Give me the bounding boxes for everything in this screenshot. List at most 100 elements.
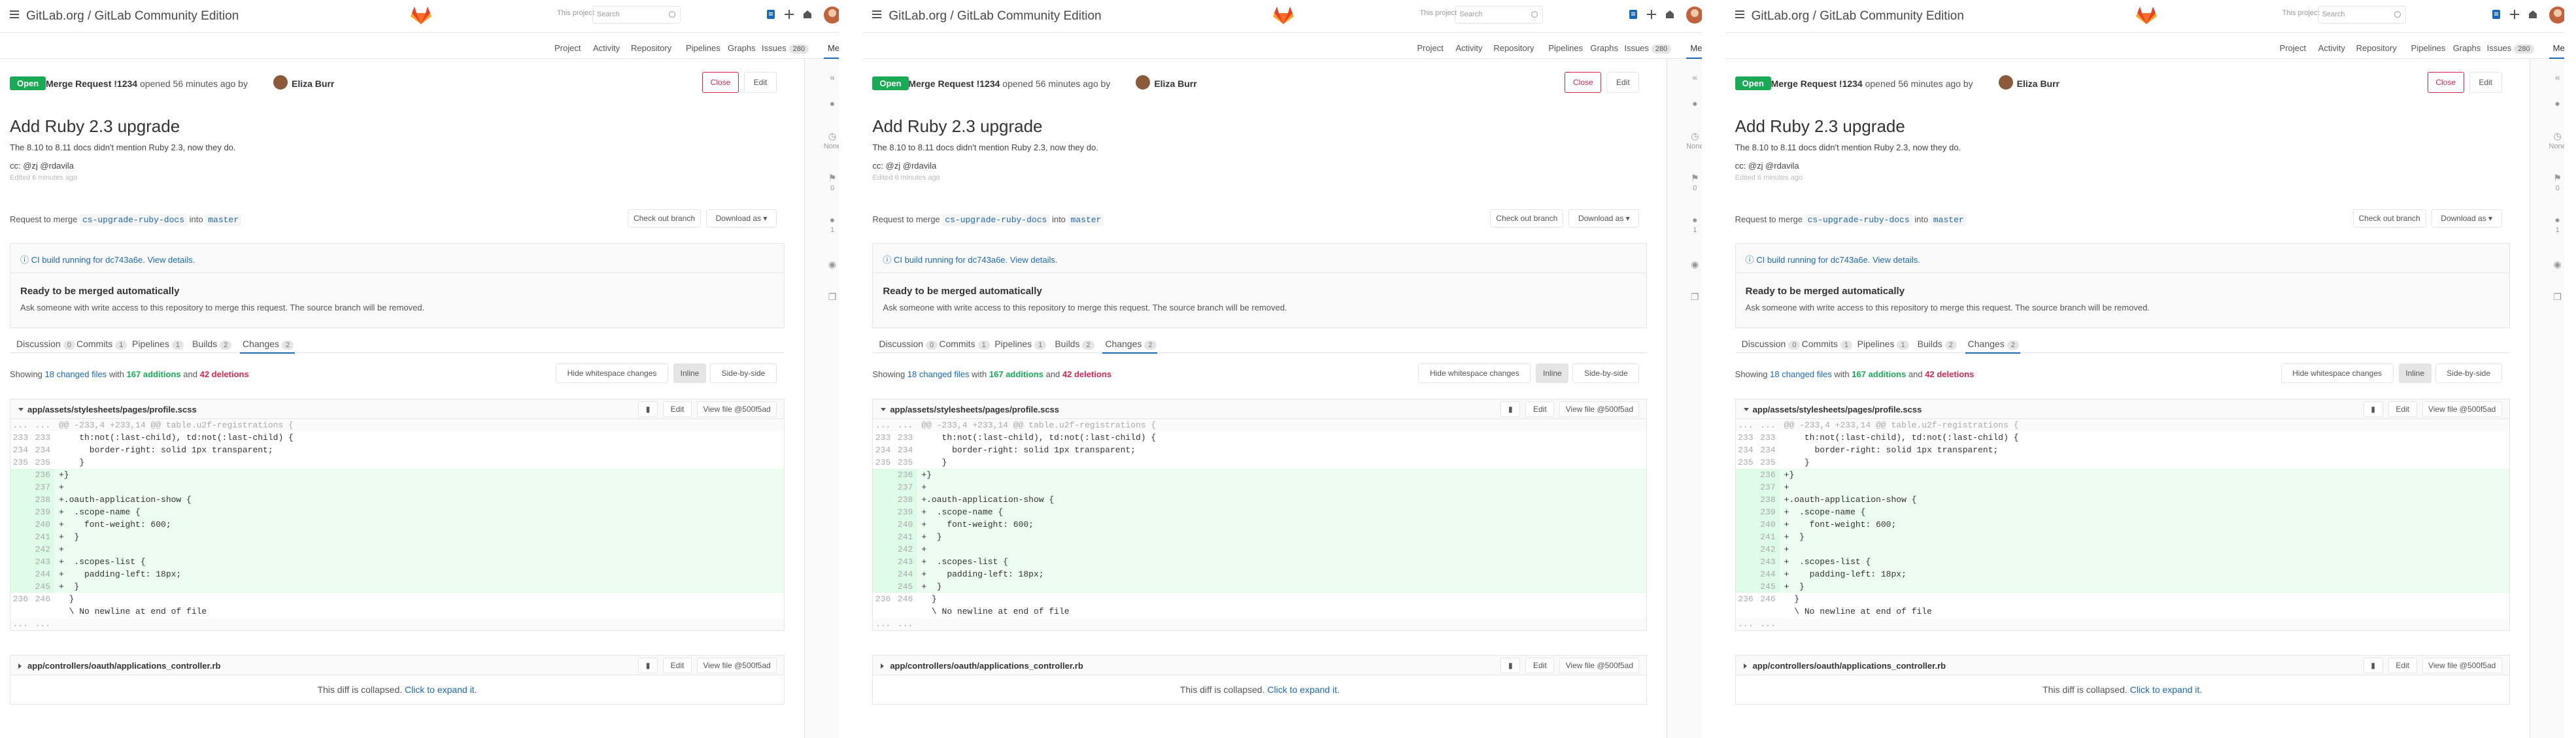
new-line-number[interactable]: 246 xyxy=(1758,593,1780,605)
shortcuts-icon[interactable] xyxy=(802,8,813,20)
nav-item[interactable]: Project xyxy=(2280,43,2306,53)
view-file-button[interactable]: View file @500f5ad xyxy=(1559,401,1640,417)
participants-icon[interactable]: ● xyxy=(2549,214,2564,225)
download-as-button[interactable]: Download as ▾ xyxy=(2431,209,2502,227)
new-line-number[interactable]: 242 xyxy=(1757,543,1780,556)
old-line-number[interactable] xyxy=(1735,568,1757,580)
checkout-branch-button[interactable]: Check out branch xyxy=(1490,209,1564,227)
file-edit-button[interactable]: Edit xyxy=(2388,401,2417,417)
assignee-icon[interactable]: ● xyxy=(823,98,839,109)
old-line-number[interactable] xyxy=(873,481,895,494)
new-line-number[interactable]: 245 xyxy=(895,580,917,593)
old-line-number[interactable] xyxy=(1735,481,1757,494)
gitlab-logo-icon[interactable] xyxy=(1272,5,1295,25)
diff-line[interactable]: 233 233 th:not(:last-child), td:not(:last… xyxy=(873,431,1646,444)
ci-link[interactable]: CI build running for dc743a6e. xyxy=(31,255,145,265)
collapse-sidebar-icon[interactable]: « xyxy=(2549,72,2564,82)
nav-item[interactable]: Merge Requests280 xyxy=(2553,43,2564,54)
expand-link[interactable]: Click to expand it. xyxy=(405,684,477,695)
view-file-button[interactable]: View file @500f5ad xyxy=(2422,401,2502,417)
ci-details-link[interactable]: View details. xyxy=(1873,255,1920,265)
new-line-number[interactable]: 233 xyxy=(33,431,54,444)
hamburger-menu-icon[interactable] xyxy=(872,10,882,18)
diff-line[interactable]: 235 235 } xyxy=(10,456,784,469)
nav-item[interactable]: Activity xyxy=(2318,43,2345,53)
search-input[interactable]: Search xyxy=(592,6,681,24)
diff-line[interactable]: ...... xyxy=(1735,618,2509,630)
old-line-number[interactable] xyxy=(873,543,895,556)
edit-button[interactable]: Edit xyxy=(744,72,777,93)
diff-line[interactable]: \ No newline at end of file xyxy=(873,605,1646,618)
diff-file-header[interactable]: app/controllers/oauth/applications_contr… xyxy=(10,656,784,675)
diff-file-path[interactable]: app/controllers/oauth/applications_contr… xyxy=(1753,661,1946,671)
old-line-number[interactable] xyxy=(873,494,895,506)
changed-files-link[interactable]: 18 changed files xyxy=(1770,369,1832,379)
old-line-number[interactable] xyxy=(1736,605,1757,618)
expand-link[interactable]: Click to expand it. xyxy=(1267,684,1340,695)
diff-line[interactable]: 243 + .scopes-list { xyxy=(873,556,1647,568)
new-line-number[interactable] xyxy=(1758,605,1780,618)
diff-line[interactable]: 241 + } xyxy=(873,531,1647,543)
side-by-side-button[interactable]: Side-by-side xyxy=(1572,363,1640,383)
mr-tab[interactable]: Pipelines 1 xyxy=(1857,339,1909,350)
diff-line[interactable]: 235 235 } xyxy=(1736,456,2509,469)
collapse-icon[interactable] xyxy=(18,408,24,411)
participants-icon[interactable]: ● xyxy=(1686,214,1701,225)
new-line-number[interactable]: 239 xyxy=(895,506,917,518)
diff-line[interactable]: 236 246 } xyxy=(1736,593,2509,605)
old-line-number[interactable] xyxy=(873,605,894,618)
new-line-number[interactable]: 235 xyxy=(1758,456,1780,469)
diff-line[interactable]: ...... xyxy=(10,618,784,630)
new-line-number[interactable]: 244 xyxy=(1757,568,1780,580)
diff-file-path[interactable]: app/assets/stylesheets/pages/profile.scs… xyxy=(1753,405,1922,414)
old-line-number[interactable]: ... xyxy=(10,419,32,431)
chevron-down-icon[interactable] xyxy=(2571,13,2576,16)
diff-line[interactable]: 236 +} xyxy=(10,469,784,481)
old-line-number[interactable]: 236 xyxy=(873,593,894,605)
hide-whitespace-button[interactable]: Hide whitespace changes xyxy=(2280,363,2394,383)
old-line-number[interactable]: 235 xyxy=(873,456,894,469)
nav-item[interactable]: Activity xyxy=(593,43,620,53)
app-title[interactable]: GitLab.org / GitLab Community Edition xyxy=(26,9,239,24)
old-line-number[interactable]: 233 xyxy=(1736,431,1757,444)
new-line-number[interactable]: 240 xyxy=(895,518,917,531)
new-line-number[interactable]: 242 xyxy=(33,543,54,556)
author-name[interactable]: Eliza Burr xyxy=(1154,78,1196,89)
diff-line[interactable]: 234 234 border-right: solid 1px transpare… xyxy=(873,444,1646,456)
user-avatar[interactable] xyxy=(1686,7,1702,24)
new-line-number[interactable]: 234 xyxy=(895,444,917,456)
diff-file-path[interactable]: app/controllers/oauth/applications_contr… xyxy=(27,661,220,671)
ci-link[interactable]: CI build running for dc743a6e. xyxy=(1756,255,1870,265)
diff-line[interactable]: 243 + .scopes-list { xyxy=(1735,556,2509,568)
chevron-down-icon[interactable] xyxy=(846,13,851,16)
old-line-number[interactable] xyxy=(873,580,895,593)
diff-line[interactable]: 233 233 th:not(:last-child), td:not(:last… xyxy=(10,431,784,444)
old-line-number[interactable]: 234 xyxy=(1736,444,1757,456)
old-line-number[interactable] xyxy=(10,481,32,494)
comment-button[interactable]: ▮ xyxy=(1500,658,1521,673)
collapse-sidebar-icon[interactable]: « xyxy=(823,72,839,82)
download-as-button[interactable]: Download as ▾ xyxy=(706,209,777,227)
new-line-number[interactable]: 236 xyxy=(1757,469,1780,481)
diff-line[interactable]: 236 +} xyxy=(873,469,1647,481)
author-name[interactable]: Eliza Burr xyxy=(292,78,334,89)
old-line-number[interactable]: 233 xyxy=(873,431,894,444)
ci-link[interactable]: CI build running for dc743a6e. xyxy=(894,255,1008,265)
diff-line[interactable]: 242 + xyxy=(1735,543,2509,556)
diff-line[interactable]: 242 + xyxy=(873,543,1647,556)
diff-file-header[interactable]: app/controllers/oauth/applications_contr… xyxy=(1735,656,2509,675)
edit-button[interactable]: Edit xyxy=(2469,72,2502,93)
comment-button[interactable]: ▮ xyxy=(2363,658,2383,673)
old-line-number[interactable]: 233 xyxy=(10,431,32,444)
mr-tab[interactable]: Discussion 0 xyxy=(1742,339,1801,350)
diff-line[interactable]: 244 + padding-left: 18px; xyxy=(10,568,784,580)
nav-item[interactable]: Pipelines xyxy=(2411,43,2446,53)
old-line-number[interactable] xyxy=(10,531,32,543)
old-line-number[interactable] xyxy=(10,469,32,481)
diff-line[interactable]: 244 + padding-left: 18px; xyxy=(873,568,1647,580)
expand-icon[interactable] xyxy=(1743,663,1747,669)
old-line-number[interactable] xyxy=(1735,580,1757,593)
old-line-number[interactable]: ... xyxy=(1736,618,1757,630)
old-line-number[interactable] xyxy=(10,556,32,568)
old-line-number[interactable] xyxy=(1735,518,1757,531)
